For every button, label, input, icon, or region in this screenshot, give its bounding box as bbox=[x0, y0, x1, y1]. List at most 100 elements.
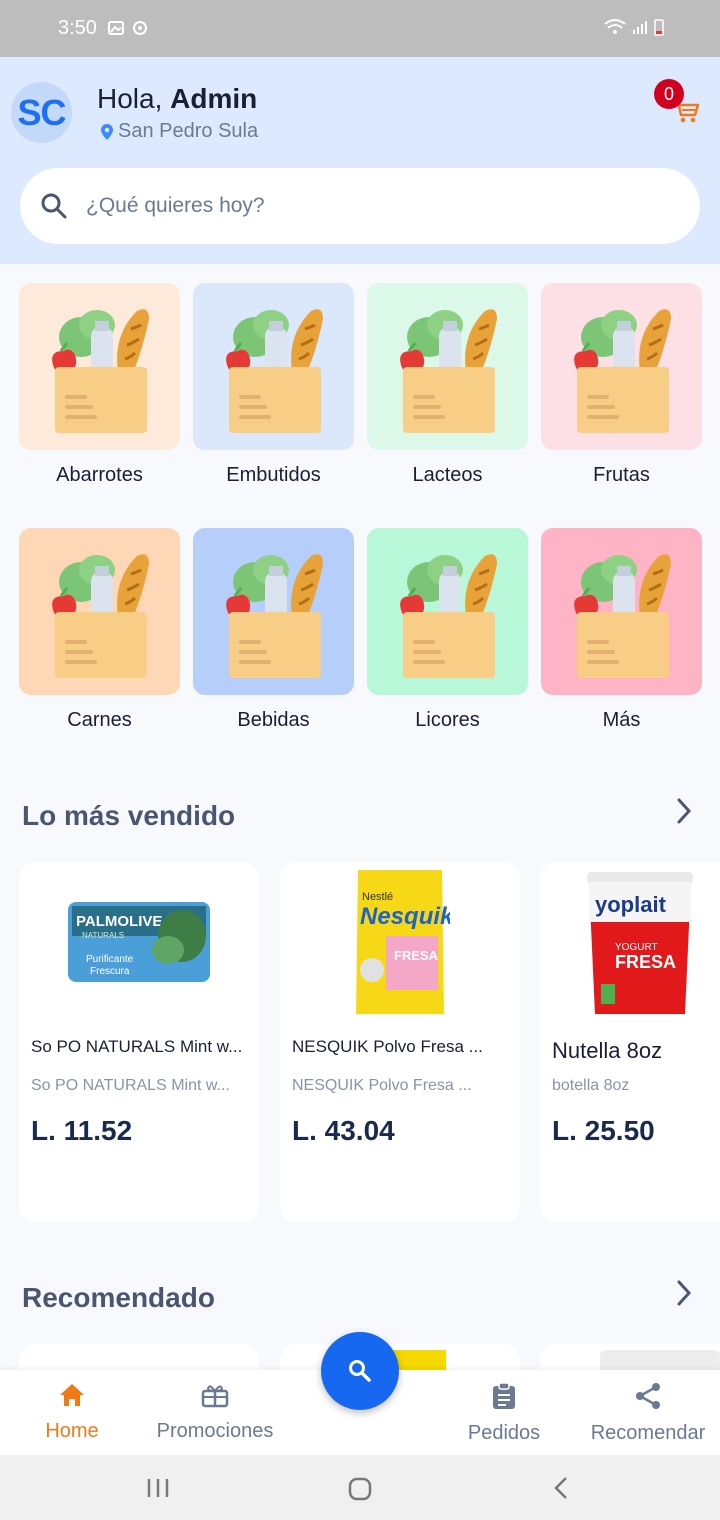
svg-text:Nesquik: Nesquik bbox=[360, 903, 450, 930]
svg-text:yoplait: yoplait bbox=[595, 892, 667, 917]
signal-icon bbox=[633, 21, 647, 34]
product-card[interactable]: PALMOLIVE NATURALS Purificante Frescura So … bbox=[19, 862, 259, 1222]
category-lacteos[interactable]: Lacteos bbox=[367, 283, 528, 487]
search-fab[interactable] bbox=[321, 1332, 399, 1410]
product-name: NESQUIK Polvo Fresa ... bbox=[292, 1037, 483, 1056]
recommended-title: Recomendado bbox=[22, 1282, 215, 1313]
search-placeholder: ¿Qué quieres hoy? bbox=[86, 194, 265, 217]
category-tile bbox=[367, 283, 528, 450]
nav-recommend-label: Recomendar bbox=[590, 1422, 706, 1444]
product-image: PALMOLIVENATURALS PurificanteFrescura bbox=[68, 902, 210, 982]
image-icon bbox=[108, 21, 124, 35]
nav-home-label: Home bbox=[45, 1420, 99, 1442]
search-input[interactable]: ¿Qué quieres hoy? bbox=[20, 168, 700, 244]
grocery-bag-icon bbox=[225, 308, 323, 433]
best-sellers-chevron-right-icon[interactable] bbox=[672, 796, 696, 826]
grocery-bag-icon bbox=[573, 308, 671, 433]
product-image: NestléNesquik FRESA bbox=[356, 870, 450, 1014]
category-tile bbox=[541, 283, 702, 450]
recommended-chevron-right-icon[interactable] bbox=[672, 1278, 696, 1308]
sync-icon bbox=[133, 21, 147, 35]
search-icon bbox=[349, 1360, 371, 1382]
svg-text:Frescura: Frescura bbox=[90, 966, 130, 977]
nav-orders[interactable]: Pedidos bbox=[462, 1382, 546, 1445]
svg-text:FRESA: FRESA bbox=[615, 952, 676, 972]
category-tile bbox=[193, 528, 354, 695]
location[interactable]: San Pedro Sula bbox=[100, 120, 258, 143]
product-price: L. 43.04 bbox=[292, 1115, 395, 1146]
location-label: San Pedro Sula bbox=[118, 120, 259, 142]
category-ms[interactable]: Más bbox=[541, 528, 702, 732]
system-nav-bar bbox=[0, 1455, 720, 1520]
nav-promotions-label: Promociones bbox=[156, 1420, 274, 1442]
category-carnes[interactable]: Carnes bbox=[19, 528, 180, 732]
category-label: Frutas bbox=[593, 464, 650, 486]
category-licores[interactable]: Licores bbox=[367, 528, 528, 732]
product-card[interactable]: Nestlé Nesquik FRESA NESQUIK Polvo Fresa .… bbox=[280, 862, 520, 1222]
search-icon bbox=[41, 193, 67, 219]
category-label: Lacteos bbox=[412, 464, 483, 486]
status-system-icons bbox=[604, 18, 664, 36]
category-frutas[interactable]: Frutas bbox=[541, 283, 702, 487]
svg-text:PALMOLIVE: PALMOLIVE bbox=[76, 913, 162, 930]
nav-orders-label: Pedidos bbox=[467, 1422, 541, 1444]
grocery-bag-icon bbox=[399, 553, 497, 678]
product-image-wrap: yoplait YOGURT FRESA bbox=[540, 862, 720, 1022]
product-image-wrap: PALMOLIVE NATURALS Purificante Frescura bbox=[19, 862, 259, 1022]
product-name: Nutella 8oz bbox=[552, 1038, 663, 1063]
product-price: L. 25.50 bbox=[552, 1115, 655, 1146]
category-label: Licores bbox=[415, 709, 480, 731]
svg-text:NATURALS: NATURALS bbox=[82, 931, 124, 940]
product-card[interactable]: yoplait YOGURT FRESA Nutella 8oz botella 8… bbox=[540, 862, 720, 1222]
battery-icon bbox=[654, 19, 664, 36]
category-label: Abarrotes bbox=[56, 464, 143, 486]
product-description: So PO NATURALS Mint w... bbox=[31, 1077, 230, 1094]
grocery-bag-icon bbox=[51, 308, 149, 433]
category-label: Bebidas bbox=[237, 709, 310, 731]
category-tile bbox=[193, 283, 354, 450]
category-tile bbox=[19, 283, 180, 450]
clipboard-icon bbox=[493, 1382, 515, 1409]
category-abarrotes[interactable]: Abarrotes bbox=[19, 283, 180, 487]
grocery-bag-icon bbox=[51, 553, 149, 678]
avatar[interactable]: SC bbox=[11, 82, 72, 143]
svg-text:Nestlé: Nestlé bbox=[362, 891, 393, 903]
grocery-bag-icon bbox=[225, 553, 323, 678]
home-system-icon[interactable] bbox=[348, 1477, 372, 1501]
cart-badge: 0 bbox=[654, 79, 684, 109]
svg-text:FRESA: FRESA bbox=[394, 948, 439, 963]
product-image: yoplaitYOGURTFRESA bbox=[587, 872, 693, 1014]
nav-promotions[interactable]: Promociones bbox=[150, 1382, 280, 1443]
category-bebidas[interactable]: Bebidas bbox=[193, 528, 354, 732]
greeting: Hola, Admin bbox=[97, 83, 257, 115]
header: SC Hola, Admin San Pedro Sula 0 ¿Qué qui… bbox=[0, 57, 720, 264]
home-icon bbox=[60, 1384, 84, 1406]
share-icon bbox=[636, 1383, 660, 1409]
nav-home[interactable]: Home bbox=[38, 1382, 106, 1443]
best-sellers-title: Lo más vendido bbox=[22, 800, 236, 831]
category-embutidos[interactable]: Embutidos bbox=[193, 283, 354, 487]
greeting-prefix: Hola, bbox=[97, 83, 171, 114]
product-price: L. 11.52 bbox=[31, 1115, 133, 1146]
user-name: Admin bbox=[170, 83, 258, 114]
status-notification-icons bbox=[108, 20, 148, 36]
category-label: Carnes bbox=[67, 709, 132, 731]
cart-button[interactable]: 0 bbox=[654, 79, 702, 127]
product-image-wrap: Nestlé Nesquik FRESA bbox=[280, 862, 520, 1022]
status-bar: 3:50 bbox=[0, 0, 720, 57]
recent-apps-icon[interactable] bbox=[146, 1477, 170, 1499]
status-time: 3:50 bbox=[58, 17, 97, 39]
grocery-bag-icon bbox=[573, 553, 671, 678]
gift-icon bbox=[201, 1385, 229, 1408]
grocery-bag-icon bbox=[399, 308, 497, 433]
product-name: So PO NATURALS Mint w... bbox=[31, 1037, 243, 1056]
nav-recommend[interactable]: Recomendar bbox=[584, 1382, 712, 1445]
category-tile bbox=[367, 528, 528, 695]
product-description: botella 8oz bbox=[552, 1077, 630, 1094]
category-label: Embutidos bbox=[226, 464, 321, 486]
category-tile bbox=[19, 528, 180, 695]
wifi-icon bbox=[604, 19, 626, 34]
product-description: NESQUIK Polvo Fresa ... bbox=[292, 1077, 472, 1094]
category-tile bbox=[541, 528, 702, 695]
back-icon[interactable] bbox=[552, 1476, 570, 1500]
